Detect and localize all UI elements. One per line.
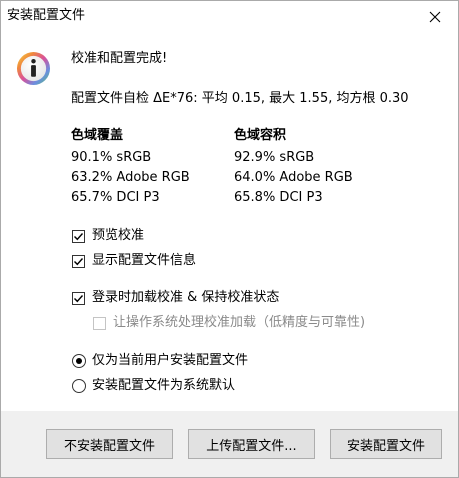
preview-calibration-label[interactable]: 预览校准: [92, 228, 144, 244]
os-handles-loading-label[interactable]: 让操作系统处理校准加载（低精度与可靠性): [113, 315, 365, 331]
install-current-user-radio[interactable]: [72, 354, 86, 368]
close-button[interactable]: [412, 1, 458, 32]
gamut-volume-heading: 色域容积: [234, 128, 287, 143]
button-bar: 不安装配置文件 上传配置文件... 安装配置文件: [1, 411, 458, 477]
dont-install-button[interactable]: 不安装配置文件: [46, 429, 173, 459]
gamut-volume-srgb: 92.9% sRGB: [234, 150, 315, 165]
install-profile-dialog: 安装配置文件 校准和配置完成! 配置文件自检 ΔE*76: 平均 0.15, 最…: [0, 0, 459, 478]
upload-profile-button[interactable]: 上传配置文件...: [188, 429, 315, 459]
load-on-login-checkbox[interactable]: [72, 292, 85, 305]
info-icon: [16, 51, 51, 86]
gamut-coverage-heading: 色域覆盖: [71, 128, 124, 143]
gamut-volume-adobe-rgb: 64.0% Adobe RGB: [234, 170, 353, 185]
os-handles-loading-checkbox[interactable]: [93, 317, 106, 330]
install-system-default-label[interactable]: 安装配置文件为系统默认: [92, 378, 235, 394]
headline: 校准和配置完成!: [71, 51, 168, 66]
title-bar: 安装配置文件: [1, 1, 458, 32]
checkmark-icon: [74, 233, 84, 241]
window-title: 安装配置文件: [7, 8, 86, 23]
install-current-user-label[interactable]: 仅为当前用户安装配置文件: [92, 353, 248, 369]
show-profile-info-label[interactable]: 显示配置文件信息: [92, 253, 196, 269]
install-system-default-radio[interactable]: [72, 379, 86, 393]
checkmark-icon: [74, 295, 84, 303]
close-icon: [429, 11, 441, 22]
gamut-volume-dci-p3: 65.8% DCI P3: [234, 190, 323, 205]
show-profile-info-checkbox[interactable]: [72, 255, 85, 268]
gamut-coverage-dci-p3: 65.7% DCI P3: [71, 190, 160, 205]
load-on-login-label[interactable]: 登录时加载校准 & 保持校准状态: [92, 290, 279, 306]
gamut-coverage-adobe-rgb: 63.2% Adobe RGB: [71, 170, 190, 185]
install-profile-button[interactable]: 安装配置文件: [330, 429, 442, 459]
self-check-summary: 配置文件自检 ΔE*76: 平均 0.15, 最大 1.55, 均方根 0.30: [71, 91, 409, 106]
gamut-coverage-srgb: 90.1% sRGB: [71, 150, 152, 165]
radio-selected-dot: [76, 358, 82, 364]
checkmark-icon: [74, 258, 84, 266]
preview-calibration-checkbox[interactable]: [72, 230, 85, 243]
dialog-content: 校准和配置完成! 配置文件自检 ΔE*76: 平均 0.15, 最大 1.55,…: [1, 32, 458, 411]
